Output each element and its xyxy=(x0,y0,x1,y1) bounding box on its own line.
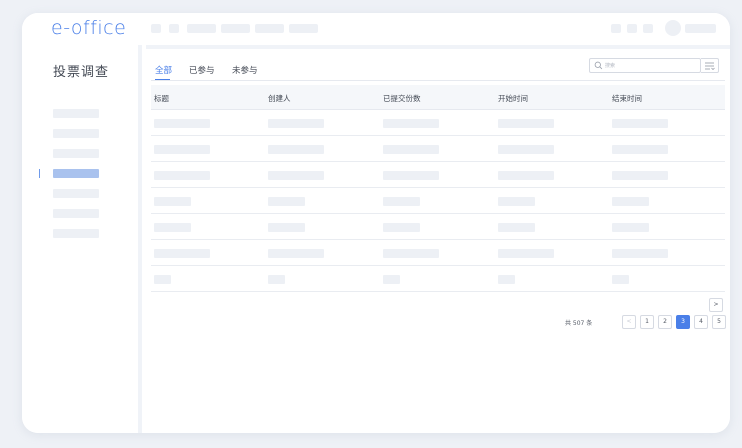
sidebar-item[interactable] xyxy=(53,149,99,158)
nav-placeholder[interactable] xyxy=(151,24,161,33)
sidebar-item[interactable] xyxy=(53,189,99,198)
table-row[interactable] xyxy=(151,266,725,292)
data-table: 标题 创建人 已提交份数 开始时间 结束时间 xyxy=(151,85,725,292)
cell-placeholder xyxy=(498,145,554,154)
sidebar-item-active[interactable] xyxy=(53,169,99,178)
top-bar: e-office xyxy=(22,13,730,45)
sidebar-title: 投票调查 xyxy=(53,65,110,80)
main-area: 全部 已参与 未参与 搜索 标题 创建人 已提交份数 开始时间 结束时间 共 5… xyxy=(146,45,730,433)
table-header: 标题 创建人 已提交份数 开始时间 结束时间 xyxy=(151,85,725,110)
cell-placeholder xyxy=(154,249,210,258)
sidebar-item[interactable] xyxy=(53,209,99,218)
table-row[interactable] xyxy=(151,214,725,240)
page-button-5[interactable]: 5 xyxy=(712,315,726,329)
cell-placeholder xyxy=(612,223,649,232)
avatar[interactable] xyxy=(665,20,681,36)
toolbar-placeholder[interactable] xyxy=(611,24,621,33)
table-row[interactable] xyxy=(151,110,725,136)
username-placeholder[interactable] xyxy=(685,24,716,33)
search-input[interactable] xyxy=(605,60,695,71)
nav-placeholder[interactable] xyxy=(289,24,318,33)
cell-placeholder xyxy=(268,249,324,258)
pagination: 共 507 条 < 1 2 3 4 5 xyxy=(146,315,730,330)
cell-placeholder xyxy=(612,249,668,258)
cell-placeholder xyxy=(612,145,668,154)
cell-placeholder xyxy=(383,197,420,206)
sidebar: 投票调查 xyxy=(22,45,142,433)
cell-placeholder xyxy=(498,197,535,206)
cell-placeholder xyxy=(612,119,668,128)
table-row[interactable] xyxy=(151,136,725,162)
cell-placeholder xyxy=(154,223,191,232)
search-box xyxy=(589,58,701,73)
cell-placeholder xyxy=(154,171,210,180)
toolbar-placeholder[interactable] xyxy=(627,24,637,33)
cell-placeholder xyxy=(612,197,649,206)
column-header-creator[interactable]: 创建人 xyxy=(268,93,291,104)
filter-icon xyxy=(705,62,715,70)
table-row[interactable] xyxy=(151,240,725,266)
page-button-3[interactable]: 3 xyxy=(676,315,690,329)
chevron-left-icon: < xyxy=(626,318,632,325)
column-header-start-time[interactable]: 开始时间 xyxy=(498,93,528,104)
cell-placeholder xyxy=(383,119,439,128)
cell-placeholder xyxy=(498,223,535,232)
cell-placeholder xyxy=(383,249,439,258)
cell-placeholder xyxy=(498,119,554,128)
tab-active-underline xyxy=(155,79,170,80)
tab-divider xyxy=(151,79,725,80)
table-row[interactable] xyxy=(151,188,725,214)
filter-button[interactable] xyxy=(701,58,719,73)
nav-placeholder[interactable] xyxy=(255,24,284,33)
prev-page-button[interactable]: < xyxy=(622,315,636,329)
cell-placeholder xyxy=(612,171,668,180)
column-header-title[interactable]: 标题 xyxy=(154,93,169,104)
cell-placeholder xyxy=(612,275,629,284)
cell-placeholder xyxy=(154,275,171,284)
tab-participated[interactable]: 已参与 xyxy=(189,64,215,76)
column-header-submitted[interactable]: 已提交份数 xyxy=(383,93,421,104)
cell-placeholder xyxy=(154,197,191,206)
cell-placeholder xyxy=(383,223,420,232)
cell-placeholder xyxy=(268,223,305,232)
cell-placeholder xyxy=(498,249,554,258)
sidebar-item[interactable] xyxy=(53,129,99,138)
next-page-button[interactable]: > xyxy=(709,298,723,312)
cell-placeholder xyxy=(154,119,210,128)
tab-all[interactable]: 全部 xyxy=(155,64,172,76)
nav-placeholder[interactable] xyxy=(187,24,216,33)
cell-placeholder xyxy=(383,171,439,180)
cell-placeholder xyxy=(383,145,439,154)
cell-placeholder xyxy=(383,275,400,284)
active-indicator xyxy=(39,169,40,178)
page-button-4[interactable]: 4 xyxy=(694,315,708,329)
nav-placeholder[interactable] xyxy=(221,24,250,33)
app-logo[interactable]: e-office xyxy=(51,17,126,39)
cell-placeholder xyxy=(268,119,324,128)
table-row[interactable] xyxy=(151,162,725,188)
sidebar-item[interactable] xyxy=(53,109,99,118)
sidebar-item[interactable] xyxy=(53,229,99,238)
page-button-2[interactable]: 2 xyxy=(658,315,672,329)
page-button-1[interactable]: 1 xyxy=(640,315,654,329)
cell-placeholder xyxy=(268,197,305,206)
cell-placeholder xyxy=(268,171,324,180)
cell-placeholder xyxy=(498,275,515,284)
toolbar-placeholder[interactable] xyxy=(643,24,653,33)
app-window: e-office 投票调查 全部 已参与 未参与 搜索 标题 创建人 已提交份数… xyxy=(22,13,730,433)
search-icon[interactable] xyxy=(594,61,603,70)
content-panel: 全部 已参与 未参与 搜索 标题 创建人 已提交份数 开始时间 结束时间 共 5… xyxy=(146,45,730,433)
cell-placeholder xyxy=(498,171,554,180)
cell-placeholder xyxy=(154,145,210,154)
cell-placeholder xyxy=(268,145,324,154)
tab-not-participated[interactable]: 未参与 xyxy=(232,64,258,76)
chevron-right-icon: > xyxy=(713,301,719,308)
total-count: 共 507 条 xyxy=(565,320,593,327)
nav-placeholder[interactable] xyxy=(169,24,179,33)
cell-placeholder xyxy=(268,275,285,284)
column-header-end-time[interactable]: 结束时间 xyxy=(612,93,642,104)
